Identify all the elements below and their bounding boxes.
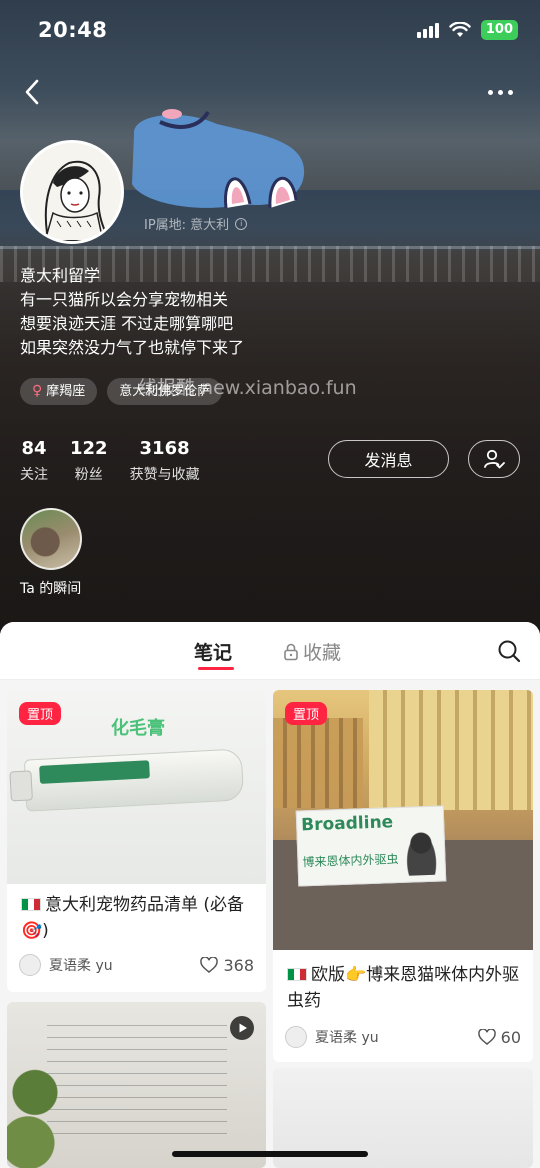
like-count: 368 [223,955,254,975]
plant-image [7,1042,77,1168]
note-title: 意大利宠物药品清单 (必备🎯) [7,884,266,944]
note-cover-image: Broadline 博来恩体内外驱虫 置顶 [273,690,533,950]
heart-icon [200,957,219,973]
stat-following[interactable]: 84 关注 [20,438,48,484]
lock-icon [284,643,298,660]
tab-favorites[interactable]: 收藏 [283,638,341,665]
home-indicator[interactable] [172,1151,368,1157]
bio: 意大利留学 有一只猫所以会分享宠物相关 想要浪迹天涯 不过走哪算哪吧 如果突然没… [20,264,244,360]
active-tab-indicator [198,667,234,670]
wifi-icon [449,22,471,37]
note-meta: 夏语柔 yu 368 [7,948,266,982]
info-icon[interactable]: i [235,217,248,230]
following-status-button[interactable] [468,440,520,478]
bio-line: 如果突然没力气了也就停下来了 [20,338,245,357]
tag-zodiac[interactable]: ♀ 摩羯座 [20,378,98,405]
product-brand: Broadline [300,812,394,836]
back-arrow-icon[interactable] [18,76,48,108]
stat-label: 获赞与收藏 [129,467,200,483]
author-avatar [19,954,41,976]
note-title-text: 欧版👉博来恩猫咪体内外驱虫药 [287,965,520,1011]
bunny-sticker-icon [132,109,305,209]
note-card[interactable]: Broadline 博来恩体内外驱虫 置顶 欧版👉博来恩猫咪体内外驱虫药 夏语柔… [273,690,533,1062]
product-subtitle: 博来恩体内外驱虫 [302,852,399,870]
note-title: 欧版👉博来恩猫咪体内外驱虫药 [273,950,533,1014]
status-icons: 100 [416,20,518,40]
building-image [369,690,533,810]
stat-label: 关注 [20,467,48,483]
bio-line: 想要浪迹天涯 不过走哪算哪吧 [20,314,234,333]
tab-bar: 笔记 收藏 [0,622,540,680]
stat-number: 3168 [139,438,190,459]
avatar-illustration-icon [23,143,121,241]
stat-number: 84 [21,438,47,459]
pinned-badge: 置顶 [19,702,62,725]
note-title-text: 意大利宠物药品清单 (必备🎯) [21,895,245,941]
ip-location: IP属地: 意大利 i [144,214,248,233]
avatar[interactable] [20,140,124,244]
pinned-badge: 置顶 [285,702,328,725]
ointment-tube-image [9,748,245,812]
stat-followers[interactable]: 122 粉丝 [70,438,108,484]
note-meta: 夏语柔 yu 60 [273,1020,533,1054]
battery-icon: 100 [480,20,518,40]
note-card[interactable]: 化毛膏 置顶 意大利宠物药品清单 (必备🎯) 夏语柔 yu 368 [7,690,266,992]
stat-number: 122 [70,438,108,459]
note-author[interactable]: 夏语柔 yu [19,954,113,976]
italy-flag-icon [287,968,307,981]
watermark: 线报酷 new.xianbao.fun [138,377,357,399]
search-icon[interactable] [496,638,522,664]
heart-icon [477,1029,496,1045]
author-avatar [285,1026,307,1048]
more-options-icon[interactable] [488,82,518,102]
tab-notes[interactable]: 笔记 [194,638,232,665]
like-count: 60 [500,1027,521,1047]
profile-stats: 84 关注 122 粉丝 3168 获赞与收藏 [20,438,200,484]
stat-label: 粉丝 [74,467,103,483]
notes-sheet: 笔记 收藏 化毛膏 置顶 意大利宠物药品清单 (必备🎯) 夏语柔 yu 368 … [0,622,540,1168]
tab-favorites-label: 收藏 [303,642,342,664]
user-check-icon [484,449,505,469]
cat-icon [403,828,440,876]
female-icon: ♀ [32,383,43,399]
cellular-signal-icon [416,22,439,38]
note-cover-image: 化毛膏 置顶 [7,690,266,884]
send-message-button[interactable]: 发消息 [328,440,449,478]
ip-location-text: IP属地: 意大利 [144,218,230,233]
bio-line: 有一只猫所以会分享宠物相关 [20,290,229,309]
note-card[interactable] [7,1002,266,1168]
profile-header: 20:48 100 IP属地: 意大利 i 意大利留学 有一只猫所以会分享宠物相… [0,0,540,640]
building-image [273,718,363,808]
author-name: 夏语柔 yu [49,958,113,974]
note-cover-image [7,1002,266,1168]
author-name: 夏语柔 yu [315,1030,379,1046]
italy-flag-icon [21,898,41,911]
like-button[interactable]: 368 [200,956,254,975]
image-handwriting: 化毛膏 [111,718,165,739]
bio-line: 意大利留学 [20,266,101,285]
product-box-image: Broadline 博来恩体内外驱虫 [295,805,447,887]
like-button[interactable]: 60 [477,1027,521,1047]
tag-label: 摩羯座 [46,384,86,399]
status-time: 20:48 [38,18,108,42]
moment-thumbnail[interactable] [20,508,82,570]
moments-label: Ta 的瞬间 [20,581,82,597]
video-play-icon [230,1016,254,1040]
stat-likes-collects[interactable]: 3168 获赞与收藏 [130,438,200,484]
note-author[interactable]: 夏语柔 yu [285,1026,379,1048]
